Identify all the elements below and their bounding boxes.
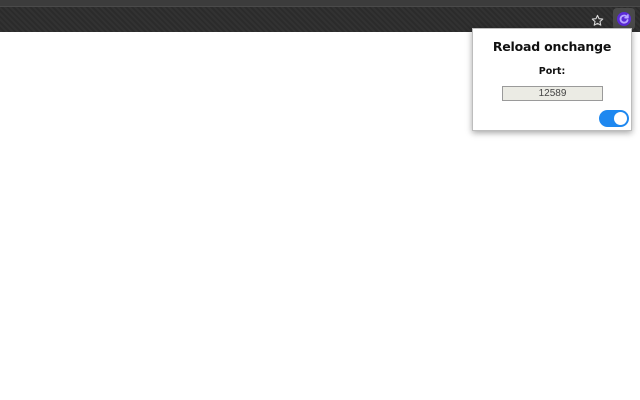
extension-popup: Reload onchange Port: — [472, 28, 632, 131]
bookmark-star-button[interactable] — [588, 11, 606, 29]
reload-extension-button[interactable] — [613, 8, 635, 30]
port-input[interactable] — [502, 86, 603, 101]
reload-toggle[interactable] — [599, 110, 629, 127]
port-label: Port: — [538, 66, 566, 77]
star-icon — [591, 14, 603, 26]
reload-extension-icon — [617, 12, 631, 26]
toggle-knob — [614, 112, 627, 125]
popup-title: Reload onchange — [492, 39, 612, 54]
